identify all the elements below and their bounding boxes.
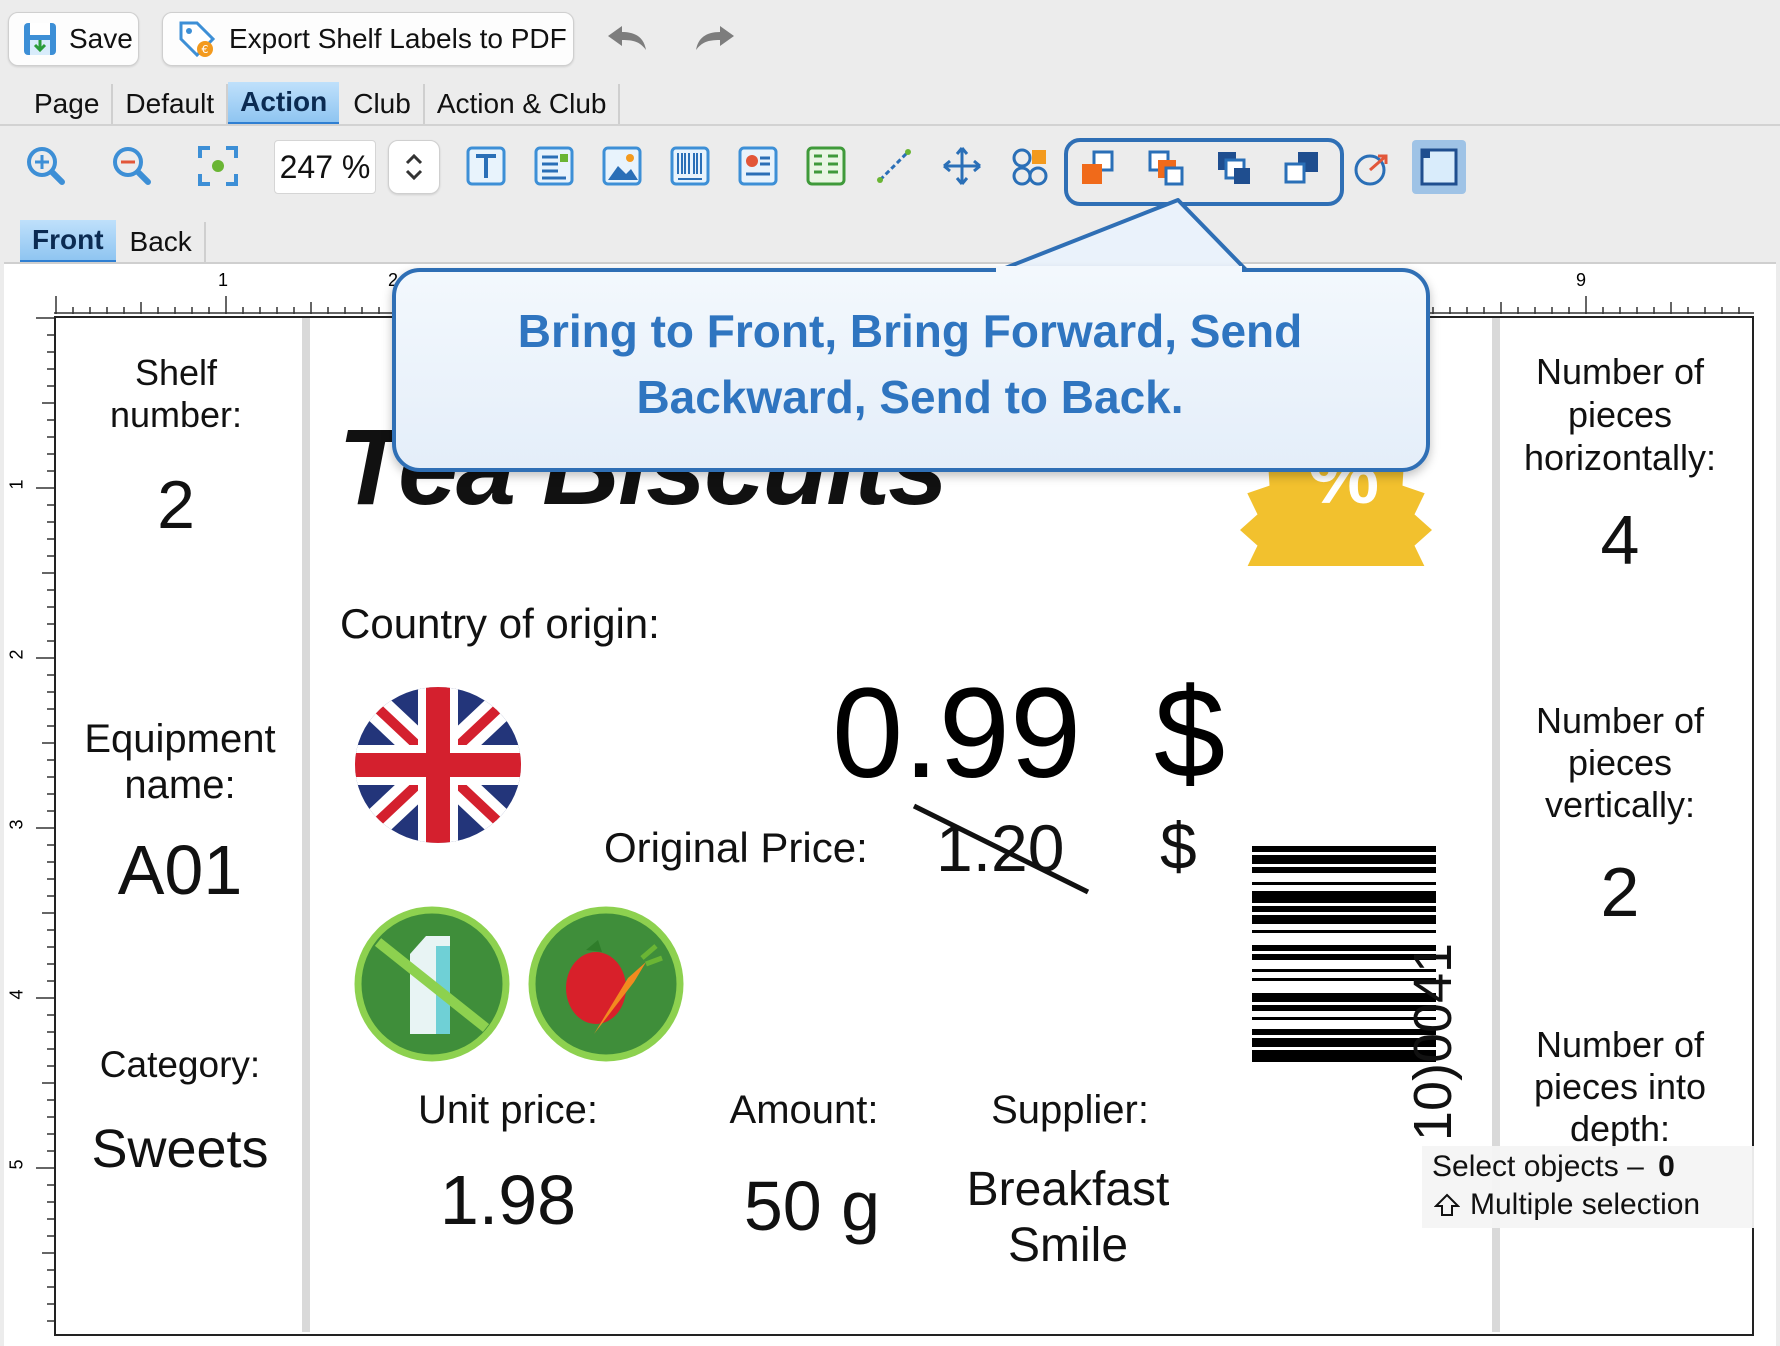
rotate-tool-icon[interactable]: [1346, 142, 1398, 194]
redo-icon[interactable]: [692, 22, 738, 61]
zoom-stepper[interactable]: [388, 140, 440, 194]
strikethrough-line: [912, 800, 1092, 901]
zoom-in-icon[interactable]: [20, 140, 72, 192]
supplier-value-line-1: Breakfast: [966, 1163, 1170, 1216]
country-title: Country of origin:: [340, 600, 660, 647]
table-tool-icon[interactable]: [800, 140, 852, 192]
tab-page[interactable]: Page: [22, 83, 114, 124]
shelf-number-title: Shelf number:: [109, 352, 243, 435]
shelf-number-value: 2: [157, 467, 195, 543]
vegetables-icon: [528, 906, 684, 1067]
bring-forward-icon[interactable]: [1140, 142, 1192, 194]
pieces-horizontally-title: Number of pieces horizontally:: [1523, 351, 1717, 478]
tab-action[interactable]: Action: [228, 82, 340, 125]
tab-back[interactable]: Back: [118, 221, 206, 262]
ruler-left-label-1: 1: [6, 479, 27, 490]
frame-icon: [1420, 148, 1458, 186]
export-pdf-label: Export Shelf Labels to PDF: [229, 23, 567, 54]
send-to-back-icon[interactable]: [1276, 142, 1328, 194]
mode-tabs: Page Default Action Club Action & Club: [22, 82, 621, 125]
category-title: Category:: [99, 1044, 261, 1085]
callout-text: Bring to Front, Bring Forward, Send Back…: [517, 305, 1303, 423]
zoom-out-icon[interactable]: [106, 140, 158, 192]
selection-status: Select objects – 0 Multiple selection: [1422, 1146, 1754, 1228]
dairy-free-icon: [354, 906, 510, 1067]
toolbar-divider: [0, 124, 1780, 126]
frame-toggle-button[interactable]: [1412, 140, 1466, 194]
supplier-value-line-2: Smile: [1007, 1219, 1129, 1272]
amount-value: 50 g: [743, 1167, 881, 1245]
svg-text:€: €: [202, 43, 209, 56]
group-tool-icon[interactable]: [1004, 140, 1056, 192]
select-objects-count: 0: [1658, 1150, 1675, 1183]
pieces-depth-title: Number of pieces into depth:: [1533, 1024, 1707, 1149]
left-column-divider: [302, 318, 310, 1332]
zoom-field[interactable]: 247 %: [274, 140, 376, 194]
unit-price-title: Unit price:: [417, 1088, 599, 1132]
save-button[interactable]: Save: [8, 12, 139, 66]
unit-price-value: 1.98: [439, 1161, 577, 1239]
text-tool-icon[interactable]: [460, 140, 512, 192]
price-value[interactable]: 0.99: [832, 660, 1081, 807]
ruler-left-label-4: 4: [6, 989, 27, 1000]
price-tag-icon: €: [177, 19, 217, 59]
tab-action-club[interactable]: Action & Club: [425, 83, 621, 124]
stepper-arrows-icon: [405, 153, 423, 181]
amount-title: Amount:: [729, 1088, 879, 1132]
bring-to-front-icon[interactable]: [1072, 142, 1124, 194]
ruler-left-label-3: 3: [6, 819, 27, 830]
original-price-title: Original Price:: [604, 824, 868, 871]
uk-flag-icon: [354, 686, 522, 849]
location-tool-icon[interactable]: [732, 140, 784, 192]
ruler-top-label-9: 9: [1576, 270, 1587, 290]
shift-key-icon: [1434, 1192, 1460, 1218]
ruler-left-label-2: 2: [6, 649, 27, 660]
line-tool-icon[interactable]: [868, 140, 920, 192]
undo-icon[interactable]: [604, 22, 650, 61]
equipment-name-title: Equipment name:: [84, 717, 276, 807]
multiple-selection-label: Multiple selection: [1470, 1188, 1701, 1221]
callout-pointer-cover: [996, 266, 1242, 274]
send-backward-icon[interactable]: [1208, 142, 1260, 194]
barcode-tool-icon[interactable]: [664, 140, 716, 192]
save-button-label: Save: [69, 23, 133, 54]
zoom-fit-icon[interactable]: [192, 140, 244, 192]
category-value: Sweets: [91, 1119, 269, 1179]
side-tabs: Front Back: [20, 220, 206, 263]
pieces-vertically-title: Number of pieces vertically:: [1535, 700, 1705, 825]
tab-front[interactable]: Front: [20, 220, 116, 263]
price-currency: $: [1154, 662, 1226, 805]
ruler-left-label-5: 5: [6, 1159, 27, 1170]
export-pdf-button[interactable]: € Export Shelf Labels to PDF: [162, 12, 574, 66]
save-icon: [21, 20, 59, 58]
image-tool-icon[interactable]: [596, 140, 648, 192]
select-objects-label: Select objects –: [1432, 1150, 1644, 1183]
equipment-name-value: A01: [117, 831, 243, 909]
tab-default[interactable]: Default: [113, 83, 229, 124]
ruler-top-label-1: 1: [218, 270, 229, 290]
paragraph-tool-icon[interactable]: [528, 140, 580, 192]
pieces-horizontally-value: 4: [1600, 501, 1640, 579]
tab-club[interactable]: Club: [341, 83, 425, 124]
original-price-currency: $: [1160, 809, 1197, 883]
supplier-title: Supplier:: [991, 1088, 1149, 1132]
move-tool-icon[interactable]: [936, 140, 988, 192]
pieces-vertically-value: 2: [1600, 853, 1640, 931]
